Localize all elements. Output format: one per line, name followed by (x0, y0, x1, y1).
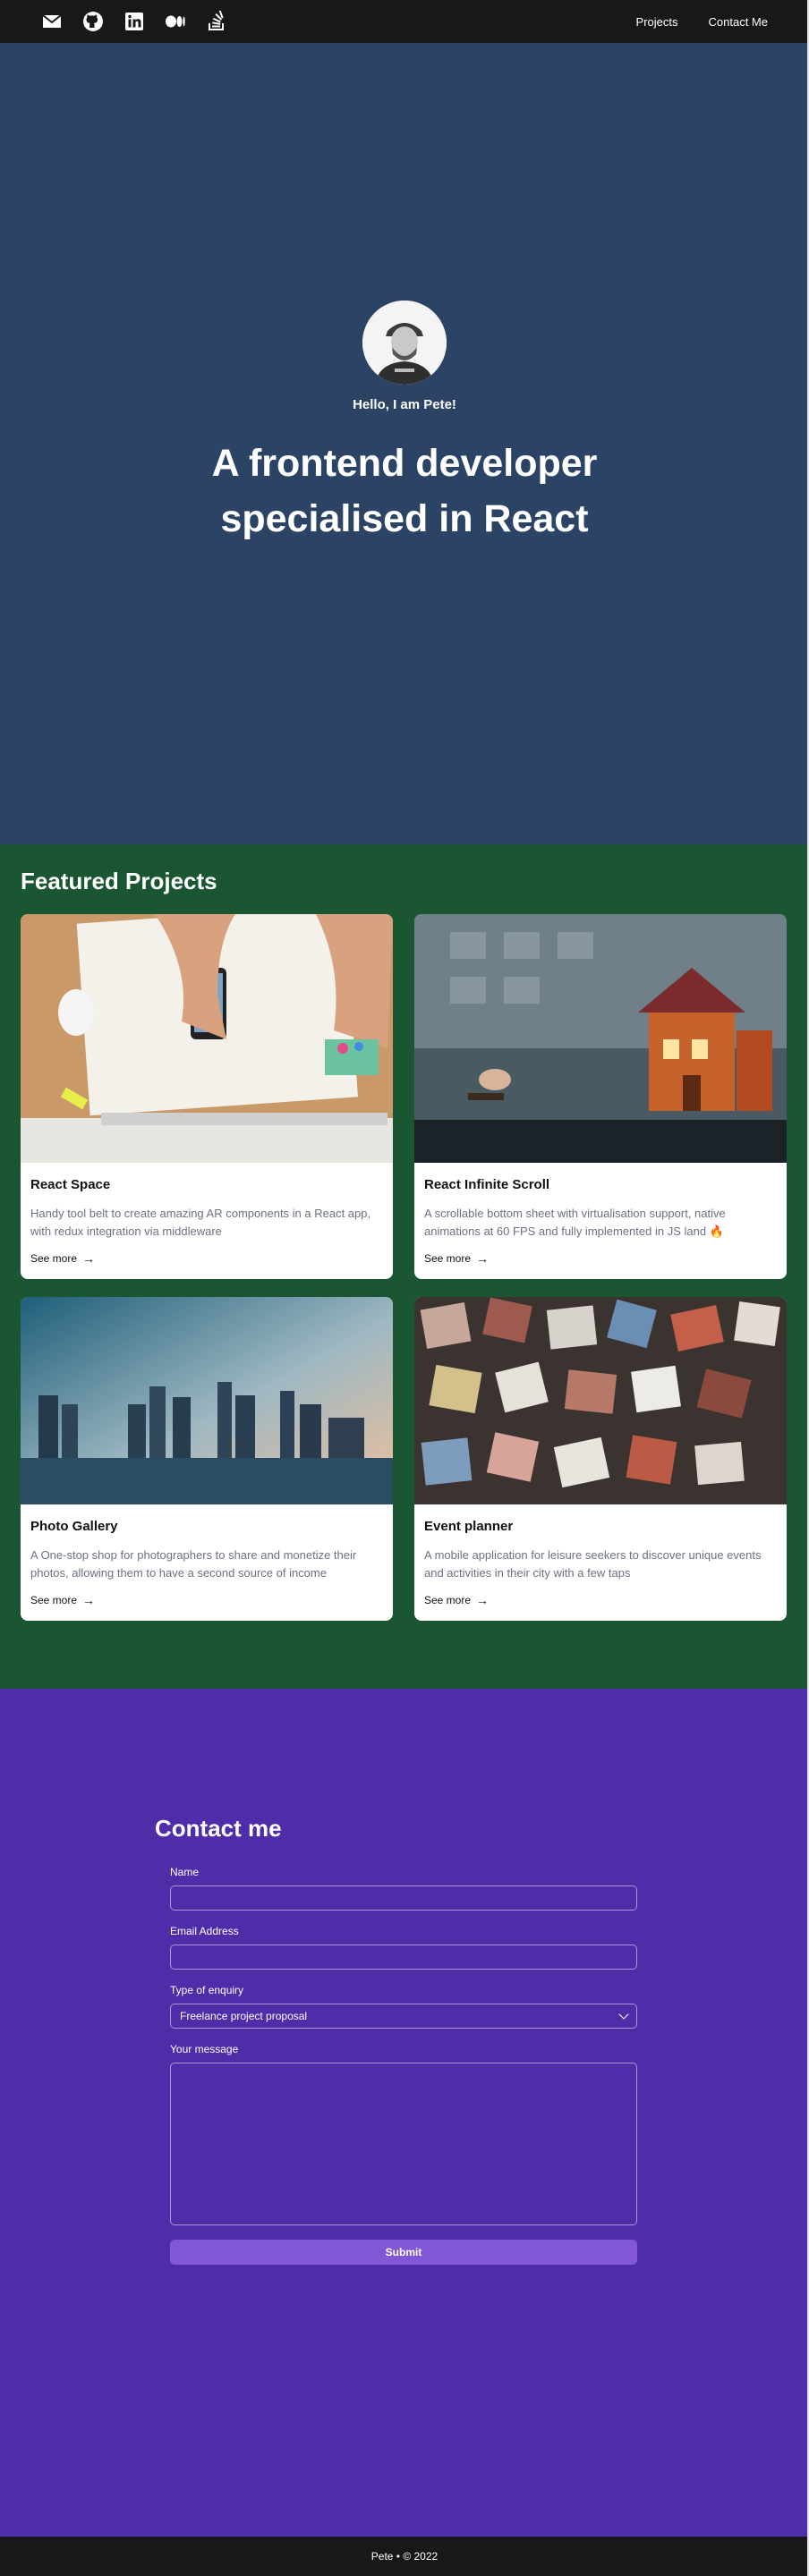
nav-contact-link[interactable]: Contact Me (709, 15, 768, 29)
main-nav: Projects Contact Me (636, 15, 768, 29)
see-more-link[interactable]: See more → (30, 1593, 95, 1607)
enquiry-type-label: Type of enquiry (170, 1984, 244, 1996)
project-image (414, 914, 787, 1163)
medium-icon[interactable] (165, 11, 186, 32)
project-card[interactable]: React Infinite Scroll A scrollable botto… (414, 914, 787, 1279)
project-description: A scrollable bottom sheet with virtualis… (424, 1207, 726, 1238)
project-image (414, 1297, 787, 1504)
message-label: Your message (170, 2043, 239, 2055)
projects-section: Featured Projects React Space Handy tool… (0, 844, 809, 1689)
project-description: Handy tool belt to create amazing AR com… (30, 1207, 371, 1238)
enquiry-type-value: Freelance project proposal (180, 2010, 308, 2022)
message-textarea[interactable] (170, 2063, 637, 2225)
arrow-right-icon: → (82, 1593, 96, 1607)
project-title: React Space (30, 1177, 111, 1192)
project-title: Event planner (424, 1519, 514, 1534)
project-card[interactable]: Event planner A mobile application for l… (414, 1297, 787, 1621)
project-description: A One-stop shop for photographers to sha… (30, 1548, 357, 1580)
social-links (41, 11, 227, 32)
contact-section: Contact me Name Email Address Type of en… (0, 1689, 809, 2537)
project-card[interactable]: Photo Gallery A One-stop shop for photog… (21, 1297, 393, 1621)
stackoverflow-icon[interactable] (206, 11, 227, 32)
project-image (21, 1297, 393, 1504)
projects-title: Featured Projects (21, 868, 217, 894)
email-field[interactable] (170, 1945, 637, 1970)
arrow-right-icon: → (476, 1593, 490, 1607)
project-description: A mobile application for leisure seekers… (424, 1548, 762, 1580)
see-more-link[interactable]: See more → (424, 1593, 489, 1607)
email-label: Email Address (170, 1925, 239, 1937)
name-label: Name (170, 1866, 200, 1878)
see-more-link[interactable]: See more → (424, 1251, 489, 1266)
footer-text: Pete • © 2022 (370, 2550, 439, 2563)
nav-projects-link[interactable]: Projects (636, 15, 678, 29)
avatar (362, 301, 447, 385)
see-more-label: See more (424, 1252, 472, 1265)
see-more-label: See more (30, 1252, 78, 1265)
hero-headline: A frontend developer specialised in Reac… (211, 442, 598, 540)
linkedin-icon[interactable] (123, 11, 145, 32)
github-icon[interactable] (82, 11, 104, 32)
submit-button[interactable]: Submit (170, 2240, 637, 2265)
arrow-right-icon: → (476, 1251, 490, 1266)
project-image (21, 914, 393, 1163)
contact-title: Contact me (155, 1815, 282, 1842)
project-title: Photo Gallery (30, 1519, 118, 1534)
see-more-link[interactable]: See more → (30, 1251, 95, 1266)
see-more-label: See more (424, 1594, 472, 1606)
contact-form: Name Email Address Type of enquiry Freel… (170, 1866, 637, 2265)
hero-section: Hello, I am Pete! A frontend developer s… (0, 43, 809, 844)
site-footer: Pete • © 2022 (0, 2537, 809, 2576)
project-title: React Infinite Scroll (424, 1177, 550, 1192)
chevron-down-icon (618, 2009, 629, 2020)
hero-greeting: Hello, I am Pete! (353, 397, 456, 412)
enquiry-type-select[interactable]: Freelance project proposal (170, 2004, 637, 2029)
project-card[interactable]: React Space Handy tool belt to create am… (21, 914, 393, 1279)
name-field[interactable] (170, 1885, 637, 1911)
site-header: Projects Contact Me (0, 0, 809, 43)
see-more-label: See more (30, 1594, 78, 1606)
arrow-right-icon: → (82, 1251, 96, 1266)
envelope-icon[interactable] (41, 11, 63, 32)
